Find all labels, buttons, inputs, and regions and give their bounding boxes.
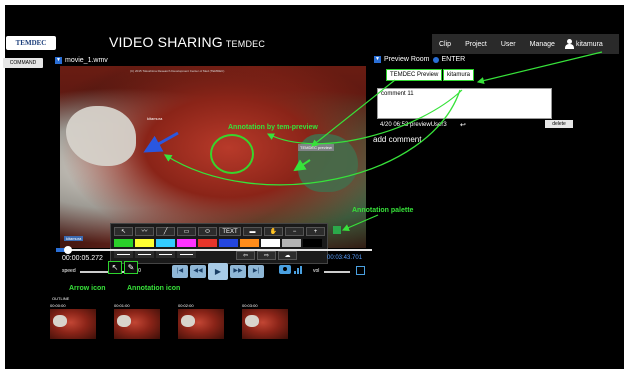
callout-annotation-icon: Annotation icon [127,285,181,292]
callout-annotation-palette: Annotation palette [352,207,414,214]
annotation-arrows [143,51,603,231]
callout-annotation-by-preview: Annotation by tem-preview [228,124,318,131]
callout-arrow-icon: Arrow icon [69,285,106,292]
